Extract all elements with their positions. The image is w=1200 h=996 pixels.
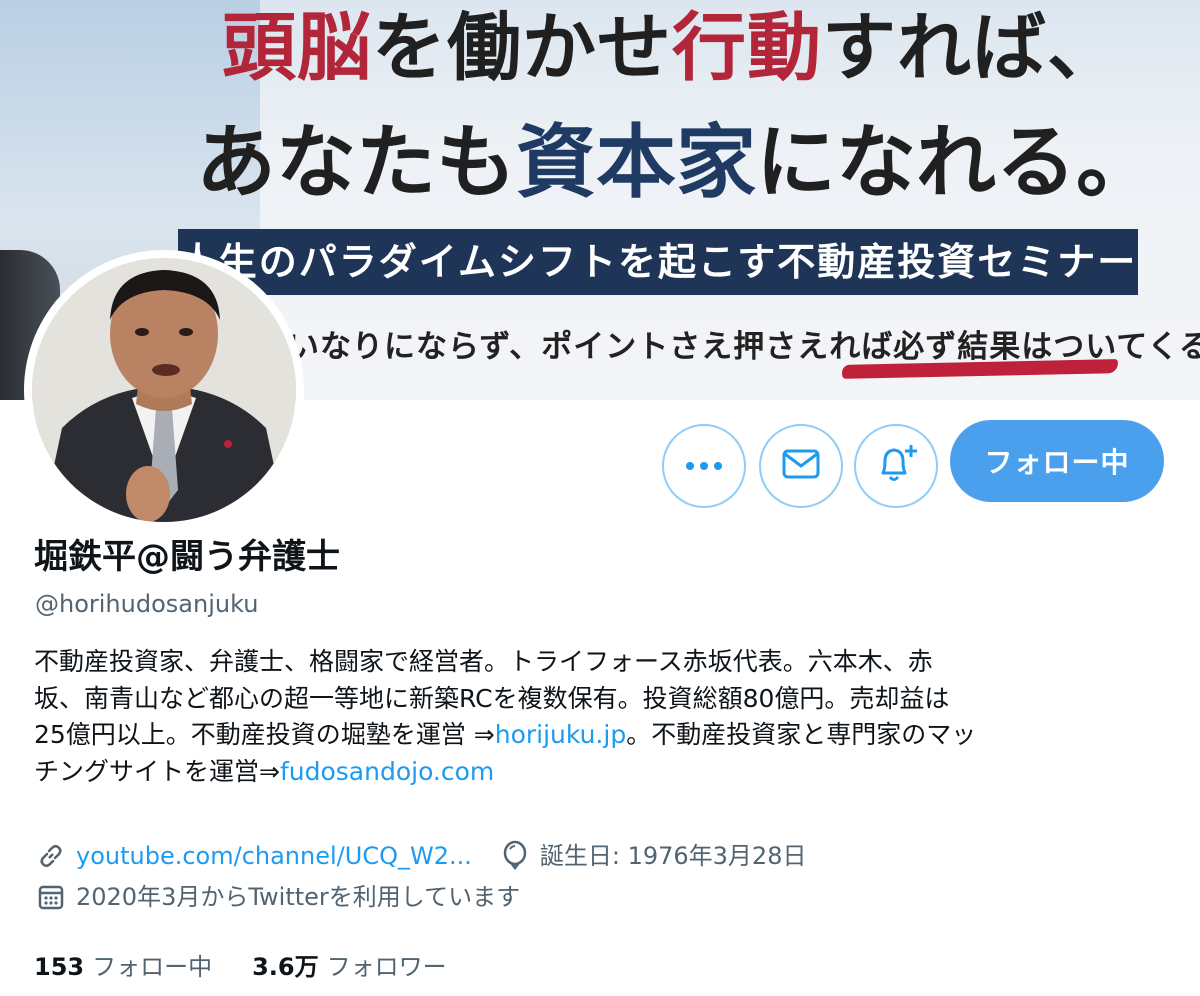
birthday-text: 誕生日: 1976年3月28日 (539, 842, 807, 870)
following-count: 153 (34, 953, 85, 981)
bio-line: 25億円以上。不動産投資の堀塾を運営 ⇒horijuku.jp。不動産投資家と専… (34, 720, 977, 749)
avatar-photo (32, 258, 296, 522)
followers-stat[interactable]: 3.6万 フォロワー (252, 947, 447, 987)
more-button[interactable] (662, 424, 746, 508)
bio-line: 坂、南青山など都心の超一等地に新築RCを複数保有。投資総額80億円。売却益は (34, 683, 950, 713)
avatar[interactable] (24, 250, 304, 530)
profile-bio: 不動産投資家、弁護士、格闘家で経営者。トライフォース赤坂代表。六本木、赤 坂、南… (34, 644, 1154, 790)
following-button[interactable]: フォロー中 (950, 420, 1164, 502)
message-icon (781, 448, 821, 484)
banner-subline: いなりにならず、ポイントさえ押さえれば必ず結果はついてくる。 (288, 329, 1200, 365)
notification-bell-icon (873, 441, 919, 491)
profile-handle: @horihudosanjuku (35, 590, 259, 618)
bio-link-horijuku[interactable]: horijuku.jp (495, 720, 626, 749)
more-icon (684, 457, 724, 476)
website-link[interactable]: youtube.com/channel/UCQ_W2... (76, 836, 472, 876)
bio-line: チングサイトを運営⇒fudosandojo.com (34, 756, 495, 786)
link-icon (34, 839, 68, 873)
followers-count: 3.6万 (252, 953, 319, 981)
joined-text: 2020年3月からTwitterを利用しています (76, 883, 521, 911)
profile-meta-row: youtube.com/channel/UCQ_W2... 誕生日: 1976年… (34, 836, 806, 876)
banner-headline-line1: 頭脳を働かせ行動すれば、 (222, 5, 1122, 91)
notification-button[interactable] (854, 424, 938, 508)
banner-headline-line2: あなたも資本家になれる。 (196, 115, 1156, 209)
balloon-icon (498, 839, 532, 873)
banner-ribbon: 人生のパラダイムシフトを起こす不動産投資セミナー (178, 229, 1138, 295)
profile-stats: 153 フォロー中 3.6万 フォロワー (34, 947, 447, 987)
message-button[interactable] (759, 424, 843, 508)
bio-link-fudosandojo[interactable]: fudosandojo.com (280, 757, 494, 786)
profile-name: 堀鉄平@闘う弁護士 (34, 537, 340, 577)
followers-label: フォロワー (326, 953, 447, 981)
following-stat[interactable]: 153 フォロー中 (34, 947, 212, 987)
bio-line: 不動産投資家、弁護士、格闘家で経営者。トライフォース赤坂代表。六本木、赤 (34, 647, 933, 676)
joined-row: 2020年3月からTwitterを利用しています (34, 877, 520, 917)
banner-ribbon-text: 人生のパラダイムシフトを起こす不動産投資セミナー (178, 239, 1138, 284)
calendar-icon (34, 880, 68, 914)
avatar-portrait-illustration (32, 258, 296, 522)
following-label: フォロー中 (92, 953, 213, 981)
